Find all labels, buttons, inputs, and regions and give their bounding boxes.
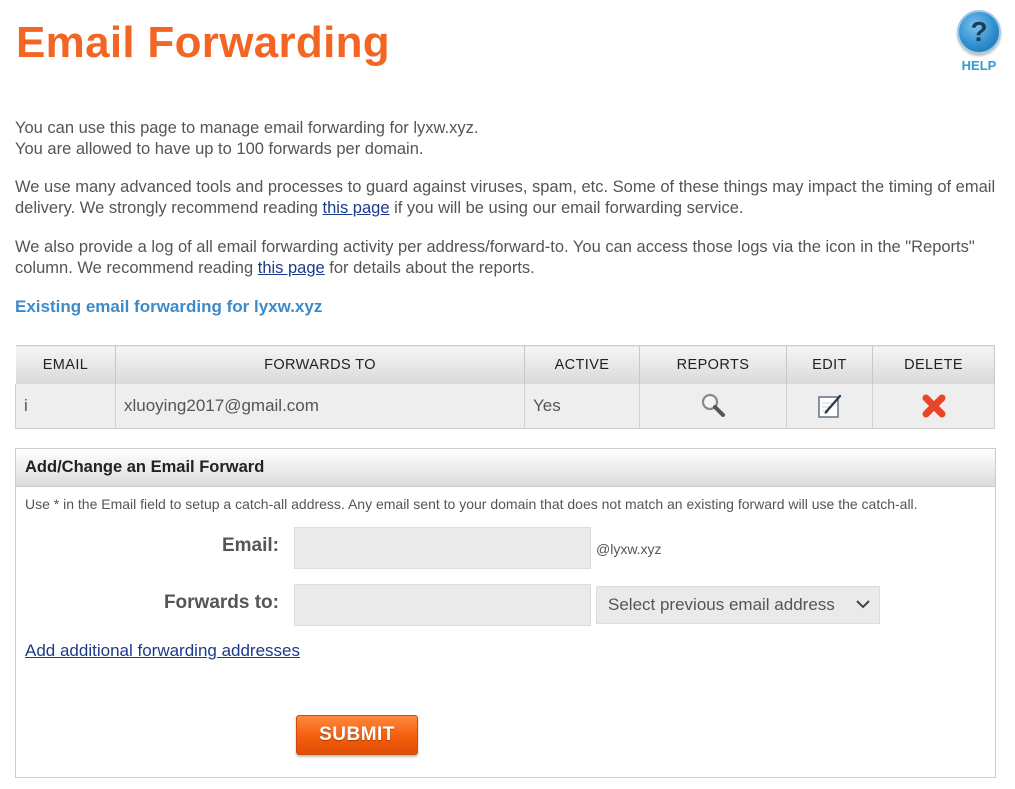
- add-forward-heading: Add/Change an Email Forward: [16, 449, 995, 487]
- intro-paragraph-3: We also provide a log of all email forwa…: [15, 237, 1000, 279]
- row-edit-cell: [786, 384, 873, 429]
- chevron-down-icon: [855, 587, 871, 623]
- existing-forwarding-heading: Existing email forwarding for lyxw.xyz: [15, 297, 323, 316]
- intro-p3-text-after: for details about the reports.: [324, 259, 535, 277]
- intro-line-domain: You can use this page to manage email fo…: [15, 119, 479, 137]
- submit-button[interactable]: SUBMIT: [296, 715, 418, 755]
- email-forwarding-page: Email Forwarding ? HELP You can use this…: [0, 0, 1015, 789]
- email-input[interactable]: [294, 527, 591, 569]
- help-label[interactable]: HELP: [954, 58, 1004, 73]
- intro-p2-text-after: if you will be using our email forwardin…: [389, 199, 744, 217]
- row-forwards-to-cell: xluoying2017@gmail.com: [115, 384, 525, 429]
- domain-suffix: @lyxw.xyz: [596, 541, 662, 557]
- column-header-email: EMAIL: [15, 345, 116, 384]
- column-header-delete: DELETE: [872, 345, 995, 384]
- column-header-reports: REPORTS: [639, 345, 787, 384]
- column-header-active: ACTIVE: [524, 345, 640, 384]
- previous-email-select-value: Select previous email address: [608, 595, 835, 614]
- row-delete-cell: [872, 384, 995, 429]
- catch-all-note: Use * in the Email field to setup a catc…: [25, 496, 918, 512]
- help-button[interactable]: ? HELP: [954, 10, 1004, 73]
- row-email-cell: i: [15, 384, 116, 429]
- magnifier-icon[interactable]: [698, 391, 728, 421]
- row-active-cell: Yes: [524, 384, 640, 429]
- add-forward-form: Add/Change an Email Forward Use * in the…: [15, 448, 996, 778]
- table-row: i xluoying2017@gmail.com Yes: [15, 384, 995, 429]
- previous-email-select[interactable]: Select previous email address: [596, 586, 880, 624]
- column-header-edit: EDIT: [786, 345, 873, 384]
- table-header-row: EMAIL FORWARDS TO ACTIVE REPORTS EDIT DE…: [15, 345, 995, 384]
- intro-paragraph-2: We use many advanced tools and processes…: [15, 177, 1000, 219]
- forwarding-table: EMAIL FORWARDS TO ACTIVE REPORTS EDIT DE…: [15, 345, 995, 429]
- help-question-icon[interactable]: ?: [957, 10, 1001, 54]
- reports-info-link[interactable]: this page: [258, 259, 325, 277]
- email-label: Email:: [221, 535, 279, 556]
- row-reports-cell: [639, 384, 787, 429]
- intro-paragraph-1: You can use this page to manage email fo…: [15, 118, 1000, 160]
- page-title: Email Forwarding: [16, 18, 390, 67]
- edit-icon[interactable]: [815, 391, 845, 421]
- delete-x-icon[interactable]: [919, 391, 949, 421]
- intro-line-limit: You are allowed to have up to 100 forwar…: [15, 140, 424, 158]
- delivery-info-link[interactable]: this page: [323, 199, 390, 217]
- add-additional-addresses-link[interactable]: Add additional forwarding addresses: [25, 641, 300, 661]
- column-header-forwards-to: FORWARDS TO: [115, 345, 525, 384]
- forwards-to-label: Forwards to:: [163, 592, 279, 613]
- forwards-to-input[interactable]: [294, 584, 591, 626]
